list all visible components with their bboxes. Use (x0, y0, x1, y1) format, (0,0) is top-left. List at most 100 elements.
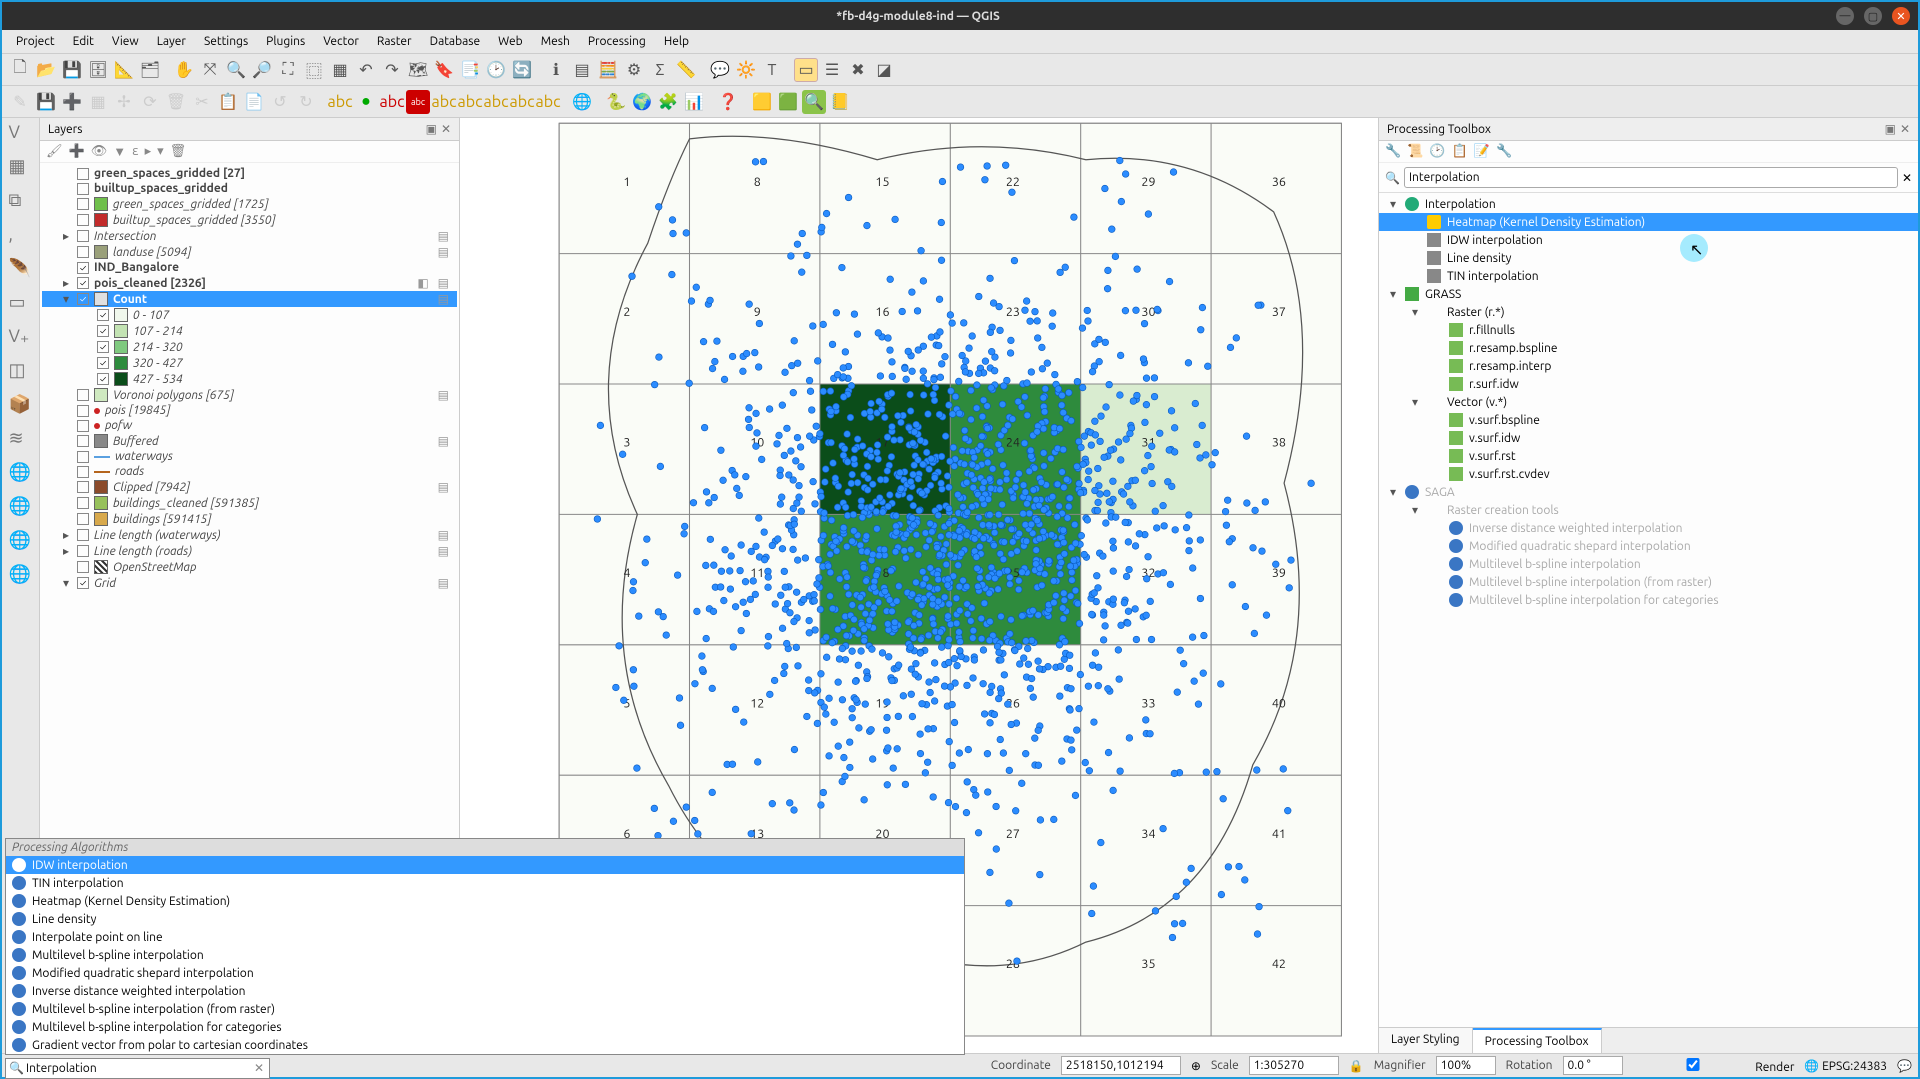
measure-icon[interactable]: 📏 (674, 58, 698, 82)
layer-row[interactable]: ✓427 - 534 (42, 371, 457, 387)
menu-edit[interactable]: Edit (65, 32, 102, 51)
extents-icon[interactable]: ⊕ (1191, 1059, 1201, 1073)
zoom-last-icon[interactable]: ↶ (354, 58, 378, 82)
save-edits-icon[interactable]: 💾 (34, 90, 58, 114)
suggest-row[interactable]: Line density (6, 910, 964, 928)
layer-row[interactable]: waterways (42, 449, 457, 464)
style-icon[interactable]: 🖌 (46, 144, 63, 159)
menu-raster[interactable]: Raster (369, 32, 420, 51)
locator-suggestions[interactable]: Processing AlgorithmsIDW interpolationTI… (5, 838, 965, 1055)
add-xyz-icon[interactable]: 🌐 (9, 564, 33, 588)
tree-row[interactable]: Multilevel b-spline interpolation for ca… (1379, 591, 1918, 609)
suggest-row[interactable]: Gradient vector from polar to cartesian … (6, 1036, 964, 1054)
select-features-icon[interactable]: ▭ (794, 58, 818, 82)
layer-row[interactable]: ✓214 - 320 (42, 339, 457, 355)
coord-value[interactable] (1061, 1056, 1181, 1075)
tree-row[interactable]: r.surf.idw (1379, 375, 1918, 393)
pan-icon[interactable]: ✋ (172, 58, 196, 82)
layer-row[interactable]: ▾✓Grid▤ (42, 575, 457, 591)
layers-dock-icon[interactable]: ▣ (426, 123, 437, 136)
layer-row[interactable]: OpenStreetMap (42, 559, 457, 575)
tree-row[interactable]: IDW interpolation (1379, 231, 1918, 249)
tab-processing-toolbox[interactable]: Processing Toolbox (1473, 1028, 1602, 1053)
web-icon[interactable]: 🌍 (630, 90, 654, 114)
label-show-icon[interactable]: ● (354, 90, 378, 114)
tree-row[interactable]: ▾Raster (r.*) (1379, 303, 1918, 321)
filter-icon[interactable]: ▼ (113, 144, 126, 159)
remove-layer-icon[interactable]: 🗑 (170, 144, 187, 159)
layer-row[interactable]: ▸Intersection▤ (42, 228, 457, 244)
temporal-icon[interactable]: 🕑 (484, 58, 508, 82)
layer-row[interactable]: ▸Line length (roads)▤ (42, 543, 457, 559)
zoom-next-icon[interactable]: ↷ (380, 58, 404, 82)
history-icon[interactable]: 🕑 (1429, 144, 1445, 159)
annotation-icon[interactable]: 🔆 (734, 58, 758, 82)
label-move1-icon[interactable]: abc (432, 90, 456, 114)
quickosm4-icon[interactable]: 📒 (828, 90, 852, 114)
menu-processing[interactable]: Processing (580, 32, 654, 51)
toolbox-icon[interactable]: ⚙ (622, 58, 646, 82)
bookmark-icon[interactable]: 🔖 (432, 58, 456, 82)
menu-vector[interactable]: Vector (315, 32, 367, 51)
tree-row[interactable]: ▾GRASS (1379, 285, 1918, 303)
minimize-button[interactable]: — (1836, 7, 1854, 25)
menu-plugins[interactable]: Plugins (258, 32, 313, 51)
tab-layer-styling[interactable]: Layer Styling (1379, 1028, 1473, 1053)
zoom-in-icon[interactable]: 🔍 (224, 58, 248, 82)
text-annotation-icon[interactable]: T (760, 58, 784, 82)
edit-pencil-icon[interactable]: ✎ (8, 90, 32, 114)
edit-script-icon[interactable]: 📝 (1474, 144, 1490, 159)
cad-icon[interactable]: ▦ (86, 90, 110, 114)
redo-icon[interactable]: ↻ (294, 90, 318, 114)
tree-row[interactable]: Multilevel b-spline interpolation (1379, 555, 1918, 573)
python-icon[interactable]: 🐍 (604, 90, 628, 114)
collapse-icon[interactable]: ▾ (157, 144, 164, 159)
refresh-icon[interactable]: 🔄 (510, 58, 534, 82)
suggest-row[interactable]: Heatmap (Kernel Density Estimation) (6, 892, 964, 910)
locator-clear-icon[interactable]: ✕ (254, 1061, 264, 1075)
label-change-icon[interactable]: abc (510, 90, 534, 114)
layer-row[interactable]: ✓0 - 107 (42, 307, 457, 323)
quickosm2-icon[interactable]: 🟩 (776, 90, 800, 114)
layer-row[interactable]: green_spaces_gridded [1725] (42, 196, 457, 212)
new-map-view-icon[interactable]: 🗺 (406, 58, 430, 82)
menu-project[interactable]: Project (8, 32, 63, 51)
new-spatialite-icon[interactable]: ◫ (9, 360, 33, 384)
new-mem-icon[interactable]: ≋ (9, 428, 33, 452)
bookmark-panel-icon[interactable]: 📑 (458, 58, 482, 82)
tree-row[interactable]: Multilevel b-spline interpolation (from … (1379, 573, 1918, 591)
scale-value[interactable] (1249, 1056, 1339, 1075)
menu-view[interactable]: View (104, 32, 147, 51)
tree-row[interactable]: ▾Interpolation (1379, 195, 1918, 213)
layer-row[interactable]: ▸✓pois_cleaned [2326]◧▤ (42, 275, 457, 291)
add-feature-icon[interactable]: ➕ (60, 90, 84, 114)
zoom-out-icon[interactable]: 🔎 (250, 58, 274, 82)
tree-row[interactable]: r.resamp.interp (1379, 357, 1918, 375)
toolbox-search-input[interactable] (1404, 167, 1898, 188)
suggest-row[interactable]: TIN interpolation (6, 874, 964, 892)
add-vector-icon[interactable]: V (9, 122, 33, 146)
label-abc-icon[interactable]: abc (328, 90, 352, 114)
tree-row[interactable]: v.surf.bspline (1379, 411, 1918, 429)
script-icon[interactable]: 📜 (1407, 144, 1423, 159)
layer-row[interactable]: Buffered▤ (42, 433, 457, 449)
open-icon[interactable]: 📂 (34, 58, 58, 82)
select-all-icon[interactable]: ◪ (872, 58, 896, 82)
suggest-row[interactable]: Multilevel b-spline interpolation (from … (6, 1000, 964, 1018)
tree-row[interactable]: Modified quadratic shepard interpolation (1379, 537, 1918, 555)
rotation-value[interactable] (1563, 1056, 1623, 1075)
layer-row[interactable]: buildings [591415] (42, 511, 457, 527)
add-raster-icon[interactable]: ▦ (9, 156, 33, 180)
label-prop-icon[interactable]: abc (536, 90, 560, 114)
modify-icon[interactable]: ⟳ (138, 90, 162, 114)
magnifier-value[interactable] (1436, 1056, 1496, 1075)
zoom-full-icon[interactable]: ⛶ (276, 58, 300, 82)
copy-icon[interactable]: 📋 (216, 90, 240, 114)
toolbox-close-icon[interactable]: ✕ (1900, 123, 1910, 136)
layers-close-icon[interactable]: ✕ (441, 123, 451, 136)
visibility-icon[interactable]: 👁 (91, 144, 108, 159)
expand-icon[interactable]: ▸ (145, 144, 152, 159)
suggest-row[interactable]: Multilevel b-spline interpolation for ca… (6, 1018, 964, 1036)
plugin-2-icon[interactable]: 📊 (682, 90, 706, 114)
menu-web[interactable]: Web (490, 32, 531, 51)
